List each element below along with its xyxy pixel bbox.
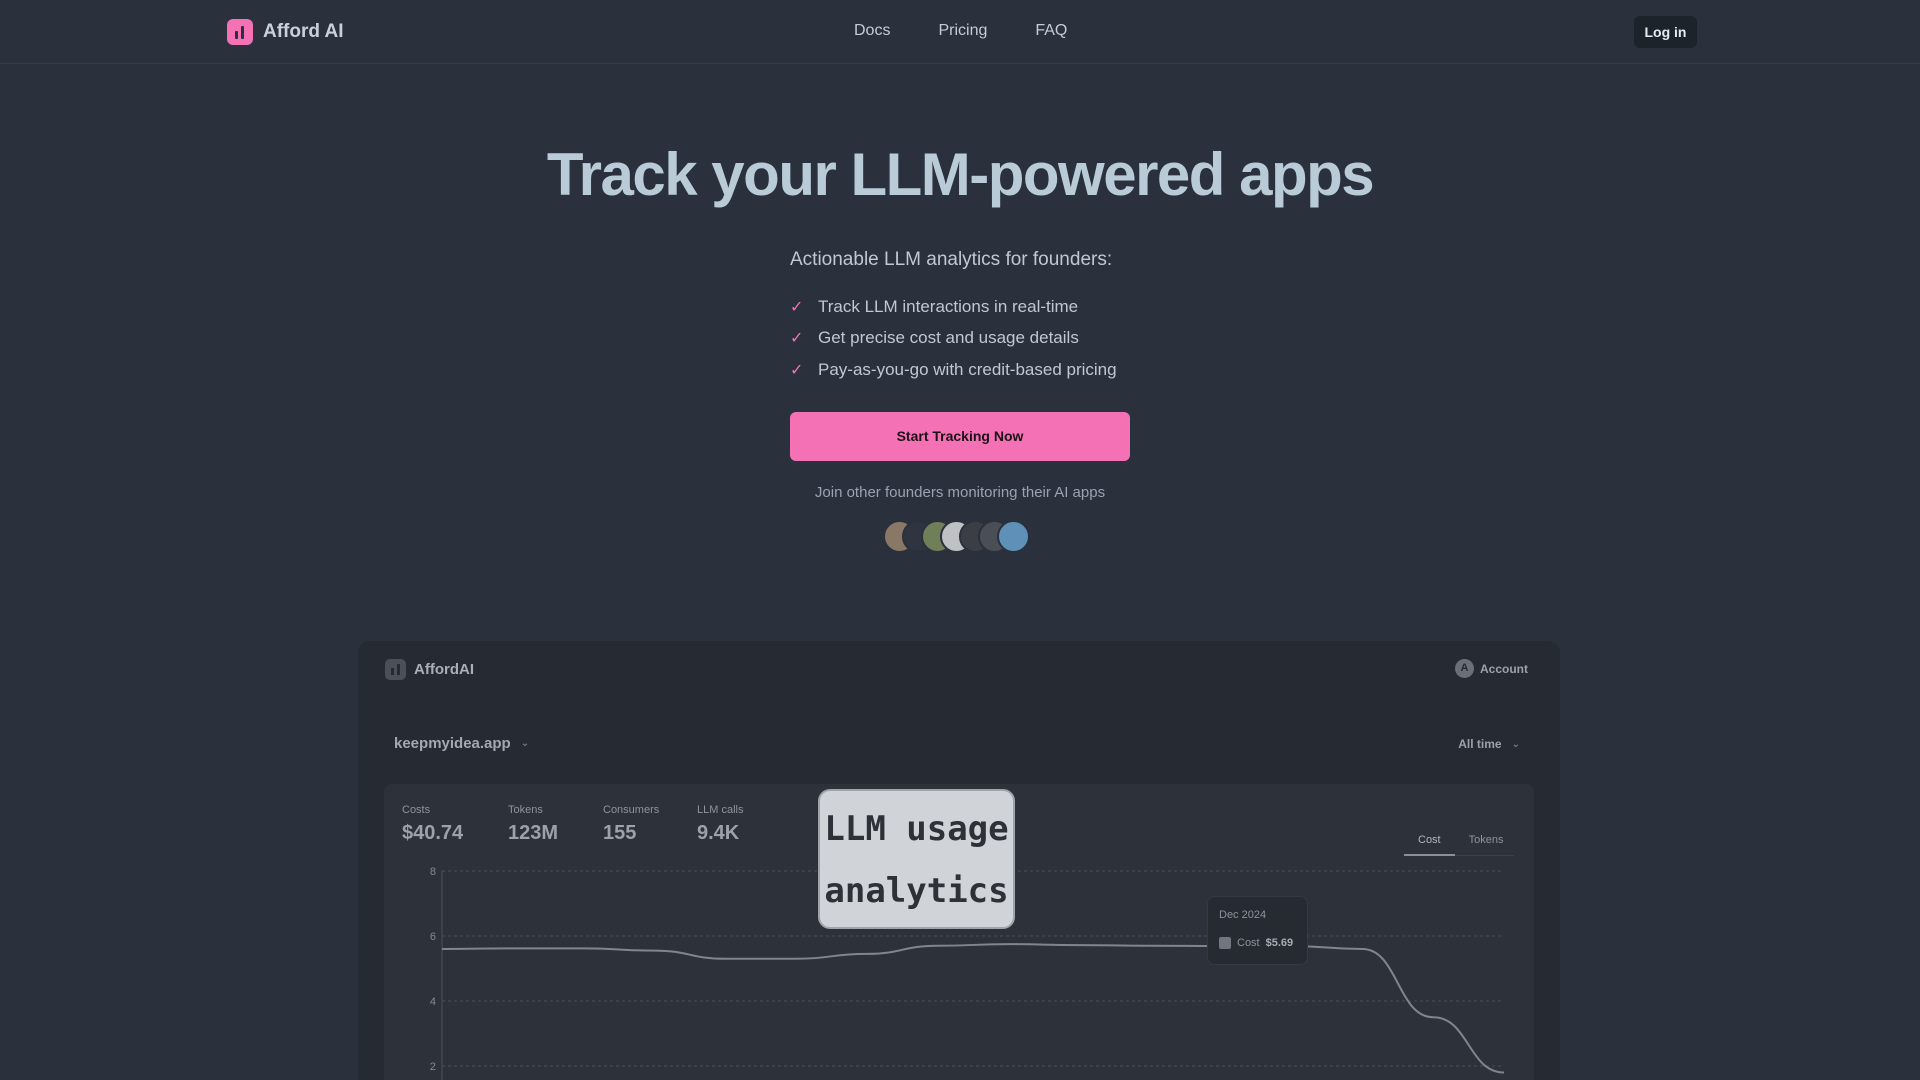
nav-links: Docs Pricing FAQ	[854, 22, 1067, 40]
tooltip-value: $5.69	[1265, 937, 1294, 949]
feature-text: Get precise cost and usage details	[818, 328, 1079, 348]
check-icon: ✓	[790, 361, 804, 379]
nav-link-pricing[interactable]: Pricing	[938, 22, 987, 40]
bar-chart-icon	[227, 19, 253, 45]
tooltip-swatch	[1219, 937, 1231, 949]
y-tick-label: 2	[430, 1061, 436, 1073]
account-avatar: A	[1455, 659, 1474, 678]
brand-logo[interactable]: Afford AI	[227, 19, 344, 45]
feature-item: ✓ Get precise cost and usage details	[790, 323, 1117, 355]
social-proof-text: Join other founders monitoring their AI …	[814, 484, 1106, 501]
project-selector[interactable]: keepmyidea.app ⌄	[394, 735, 529, 752]
feature-text: Track LLM interactions in real-time	[818, 296, 1079, 316]
dashboard-brand-name: AffordAI	[414, 661, 474, 678]
login-button[interactable]: Log in	[1634, 16, 1697, 48]
check-icon: ✓	[790, 330, 804, 348]
feature-text: Pay-as-you-go with credit-based pricing	[818, 359, 1117, 379]
overlay-line: analytics	[824, 871, 1009, 911]
tooltip-label: Cost	[1237, 937, 1260, 949]
tooltip-date: Dec 2024	[1219, 909, 1267, 921]
overlay-line: LLM usage	[824, 809, 1009, 849]
top-nav: Afford AI Docs Pricing FAQ Log in	[0, 0, 1920, 64]
hero-title: Track your LLM-powered apps	[546, 141, 1375, 208]
start-tracking-button[interactable]: Start Tracking Now	[790, 412, 1130, 461]
hero-subtitle: Actionable LLM analytics for founders:	[790, 249, 1113, 270]
feature-item: ✓ Track LLM interactions in real-time	[790, 291, 1117, 323]
y-tick-label: 6	[430, 931, 436, 943]
chart-tooltip: Dec 2024 Cost $5.69	[1207, 896, 1308, 965]
y-tick-label: 4	[430, 996, 436, 1008]
dashboard-brand: AffordAI	[385, 659, 474, 680]
feature-item: ✓ Pay-as-you-go with credit-based pricing	[790, 354, 1117, 386]
y-tick-label: 8	[430, 866, 436, 878]
check-icon: ✓	[790, 298, 804, 316]
account-label: Account	[1480, 661, 1528, 676]
brand-name: Afford AI	[263, 21, 344, 42]
project-name: keepmyidea.app	[394, 735, 511, 752]
time-range-label: All time	[1458, 737, 1502, 751]
nav-link-faq[interactable]: FAQ	[1035, 22, 1067, 40]
time-range-selector[interactable]: All time ⌄	[1458, 737, 1520, 751]
llm-usage-analytics-label: LLM usage analytics	[818, 789, 1015, 929]
tooltip-row: Cost $5.69	[1219, 937, 1293, 949]
chevron-down-icon: ⌄	[520, 738, 530, 749]
chevron-down-icon: ⌄	[1511, 738, 1520, 750]
account-menu[interactable]: A Account	[1455, 659, 1528, 678]
bar-chart-icon	[385, 659, 406, 680]
feature-list: ✓ Track LLM interactions in real-time ✓ Ge…	[790, 291, 1117, 386]
cost-series-line	[441, 943, 1505, 1074]
nav-link-docs[interactable]: Docs	[854, 22, 890, 40]
avatar-group	[883, 520, 1030, 553]
founder-avatar	[997, 520, 1030, 553]
